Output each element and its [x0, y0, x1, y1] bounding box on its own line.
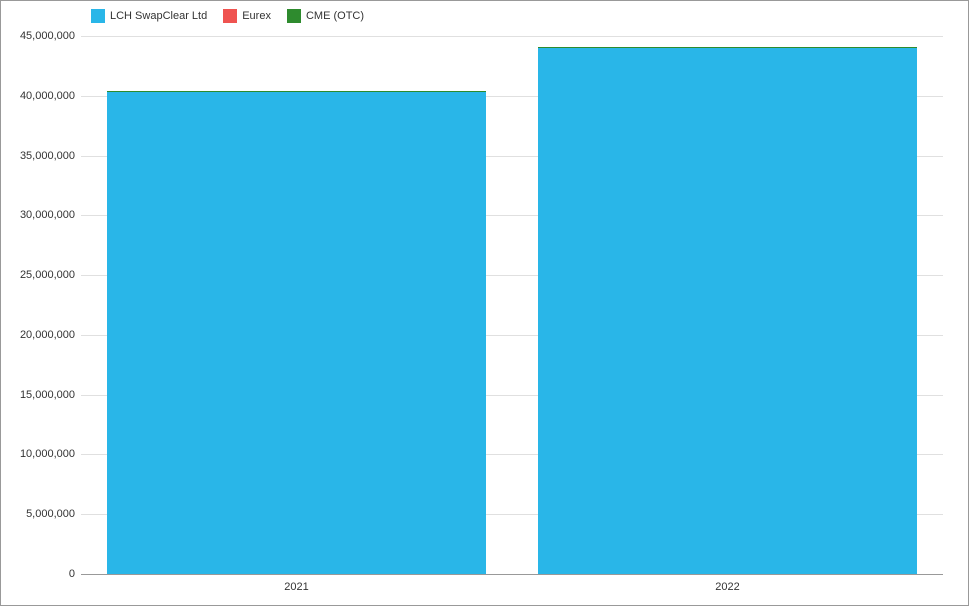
bar-seg-eurex [538, 47, 917, 48]
bar-seg-lch [107, 92, 486, 575]
legend-swatch-icon [91, 9, 105, 23]
legend-label: LCH SwapClear Ltd [110, 10, 207, 22]
gridline: 45,000,000 [81, 36, 943, 37]
y-tick-label: 35,000,000 [20, 150, 75, 162]
bar-2021[interactable] [107, 65, 486, 576]
y-tick-label: 20,000,000 [20, 329, 75, 341]
x-tick-label: 2021 [284, 581, 308, 593]
bar-seg-eurex [107, 91, 486, 92]
legend-item-cme[interactable]: CME (OTC) [287, 9, 364, 23]
legend-label: Eurex [242, 10, 271, 22]
y-tick-label: 0 [69, 568, 75, 580]
y-tick-label: 40,000,000 [20, 90, 75, 102]
legend-item-lch[interactable]: LCH SwapClear Ltd [91, 9, 207, 23]
y-tick-label: 30,000,000 [20, 209, 75, 221]
y-tick-label: 15,000,000 [20, 389, 75, 401]
bar-seg-lch [538, 48, 917, 575]
legend-swatch-icon [223, 9, 237, 23]
legend-label: CME (OTC) [306, 10, 364, 22]
legend-swatch-icon [287, 9, 301, 23]
stacked-bar-chart: LCH SwapClear Ltd Eurex CME (OTC) 0 5,00… [1, 1, 968, 605]
x-axis [81, 574, 943, 575]
y-tick-label: 25,000,000 [20, 269, 75, 281]
y-tick-label: 45,000,000 [20, 30, 75, 42]
bar-2022[interactable] [538, 42, 917, 575]
y-tick-label: 10,000,000 [20, 448, 75, 460]
y-tick-label: 5,000,000 [26, 508, 75, 520]
plot-area: 0 5,000,000 10,000,000 15,000,000 20,000… [81, 37, 943, 575]
x-tick-label: 2022 [715, 581, 739, 593]
legend-item-eurex[interactable]: Eurex [223, 9, 271, 23]
legend: LCH SwapClear Ltd Eurex CME (OTC) [91, 9, 364, 23]
